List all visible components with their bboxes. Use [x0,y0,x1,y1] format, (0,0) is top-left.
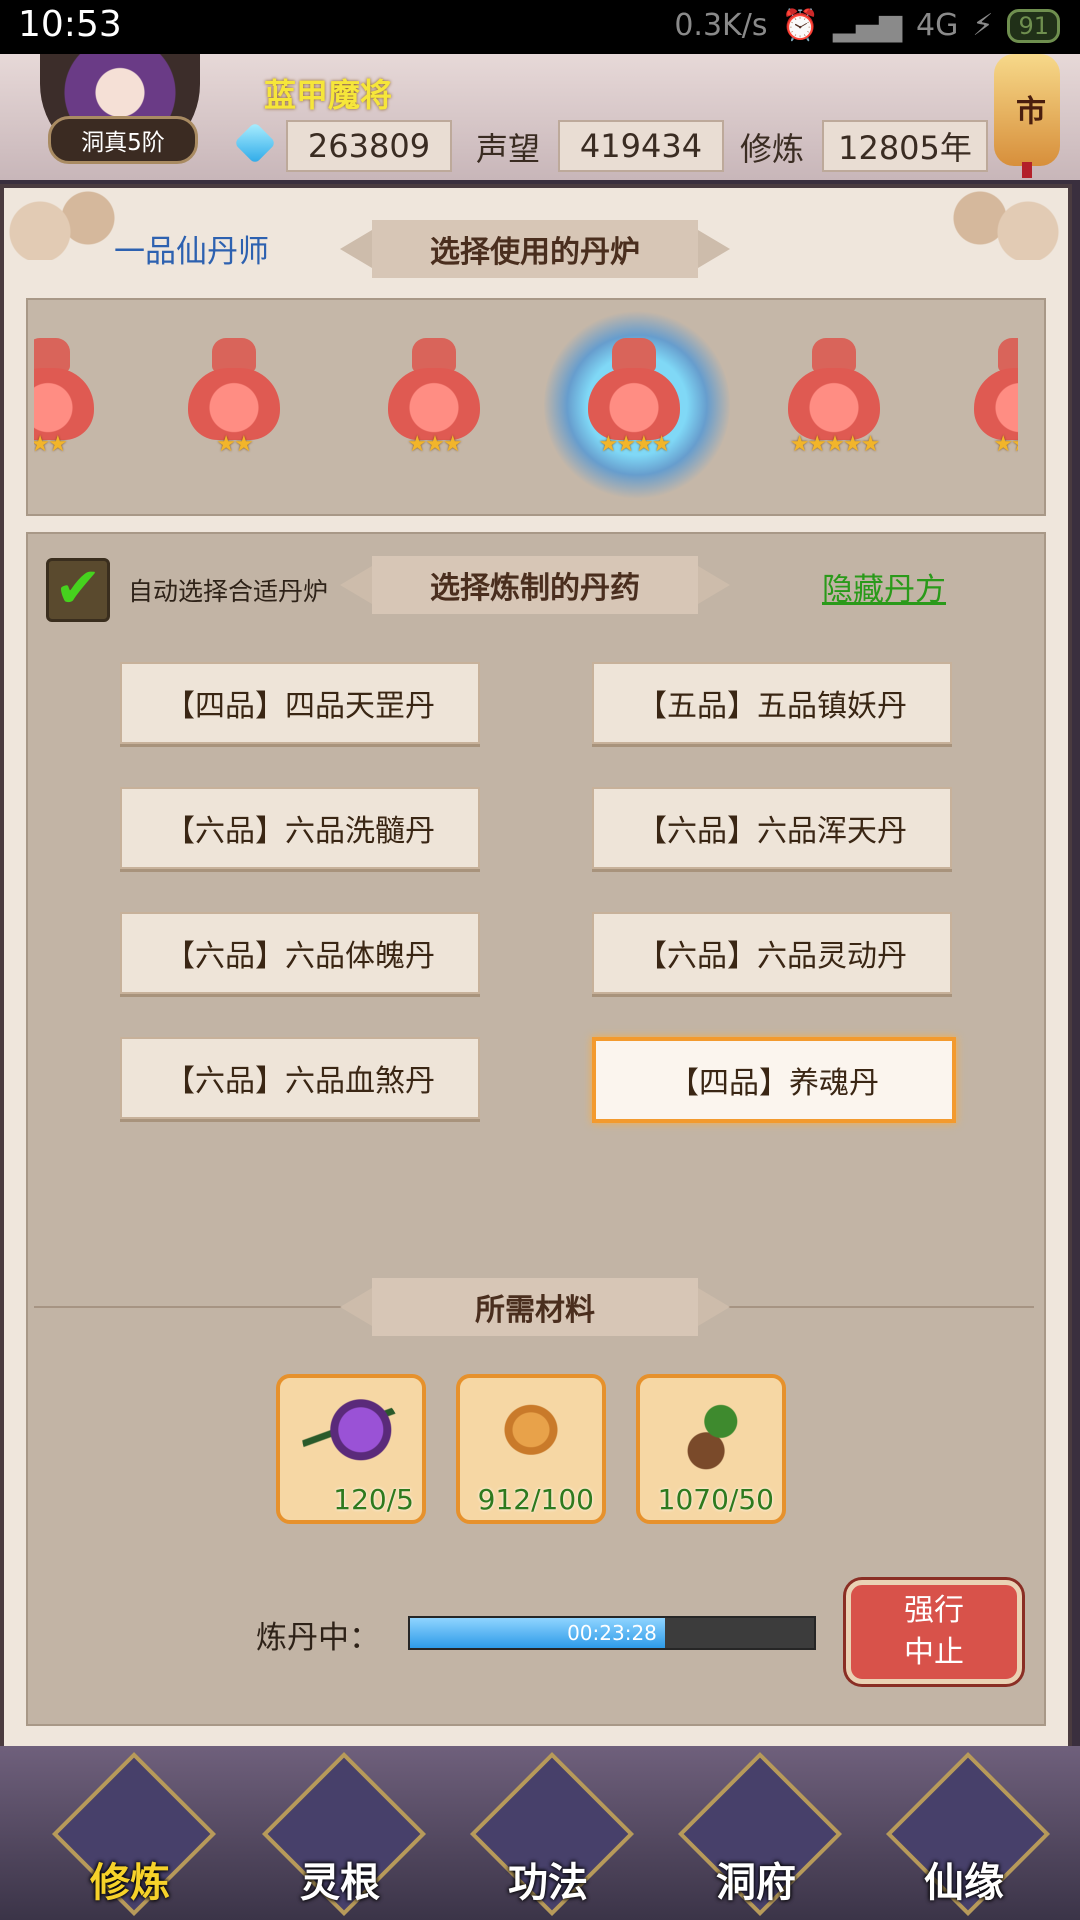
refining-status-label: 炼丹中： [256,1620,380,1656]
furnace-lid-icon [812,338,856,372]
cultivation-label: 修炼 [740,130,805,168]
furnace-item[interactable]: ★★★ [374,338,494,458]
material-slot[interactable]: 1070/50 [636,1374,786,1524]
nav-item[interactable]: 洞府 [677,1751,843,1917]
star-rating-icon: ★★★ [407,432,462,457]
material-slot[interactable]: 912/100 [456,1374,606,1524]
purple-flower-icon [302,1392,400,1476]
market-lantern-button[interactable]: 市 [994,54,1060,166]
lantern-tassel-icon [1022,162,1032,178]
recipe-button[interactable]: 【六品】六品灵动丹 [592,912,952,994]
player-name: 蓝甲魔将 [264,76,393,114]
rank-badge: 洞真5阶 [48,116,198,164]
furnace-icon [188,368,280,440]
hide-recipes-link[interactable]: 隐藏丹方 [822,564,946,609]
charging-icon: ⚡ [972,8,994,43]
ginseng-root-icon [482,1392,580,1476]
nav-item[interactable]: 修炼 [51,1751,217,1917]
material-quantity: 120/5 [333,1483,414,1516]
network-speed: 0.3K/s [674,8,768,43]
furnace-lid-icon [212,338,256,372]
material-quantity: 1070/50 [657,1483,774,1516]
battery-level: 91 [1007,8,1060,43]
signal-icon: ▂▄▆ [832,8,903,43]
star-rating-icon: ★★★★ [598,432,672,457]
furnace-lid-icon [412,338,456,372]
status-time: 10:53 [18,4,122,45]
refining-progress-bar: 00:23:28 [408,1616,816,1650]
prestige-label: 声望 [476,130,541,168]
nav-label: 功法 [508,1860,588,1906]
recipe-button[interactable]: 【六品】六品浑天丹 [592,787,952,869]
recipe-button[interactable]: 【六品】六品洗髓丹 [120,787,480,869]
refining-time-remaining: 00:23:28 [567,1621,657,1645]
furnace-section-title: 选择使用的丹炉 [340,220,730,278]
furnace-icon [588,368,680,440]
recipe-button[interactable]: 【六品】六品血煞丹 [120,1037,480,1119]
furnace-item[interactable]: ★★ [174,338,294,458]
alarm-icon: ⏰ [781,8,819,43]
star-rating-icon: ★★ [216,432,253,457]
cloud-ornament-icon [944,190,1064,260]
nav-label: 洞府 [716,1860,796,1906]
herb-root-icon [662,1392,760,1476]
nav-label: 仙缘 [924,1860,1004,1906]
cloud-ornament-icon [4,190,124,260]
recipe-button[interactable]: 【五品】五品镇妖丹 [592,662,952,744]
alchemist-rank-title: 一品仙丹师 [114,234,269,270]
currency-value: 263809 [286,120,452,172]
recipe-button[interactable]: 【六品】六品体魄丹 [120,912,480,994]
recipe-section-title: 选择炼制的丹药 [340,556,730,614]
star-rating-icon: ★★★★★ [789,432,881,457]
nav-item[interactable]: 灵根 [261,1751,427,1917]
furnace-item[interactable]: ★★★★★ [774,338,894,458]
nav-item[interactable]: 仙缘 [885,1751,1051,1917]
network-type: 4G [916,8,959,43]
recipe-button[interactable]: 【四品】养魂丹 [592,1037,956,1123]
furnace-lid-icon [612,338,656,372]
furnace-icon [388,368,480,440]
status-indicators: 0.3K/s ⏰ ▂▄▆ 4G ⚡ 91 [674,8,1060,43]
nav-label: 灵根 [300,1860,380,1906]
material-slot[interactable]: 120/5 [276,1374,426,1524]
furnace-icon [788,368,880,440]
recipe-button[interactable]: 【四品】四品天罡丹 [120,662,480,744]
materials-section-title: 所需材料 [340,1278,730,1336]
auto-select-checkbox[interactable]: ✔ [46,558,110,622]
prestige-value: 419434 [558,120,724,172]
furnace-item[interactable]: ★★★★ [574,338,694,458]
cultivation-value: 12805年 [822,120,988,172]
auto-select-label: 自动选择合适丹炉 [128,577,329,606]
status-bar: 10:53 0.3K/s ⏰ ▂▄▆ 4G ⚡ 91 [0,0,1080,54]
material-quantity: 912/100 [477,1483,594,1516]
nav-label: 修炼 [90,1860,170,1906]
nav-item[interactable]: 功法 [469,1751,635,1917]
force-stop-button[interactable]: 强行中止 [846,1580,1022,1684]
